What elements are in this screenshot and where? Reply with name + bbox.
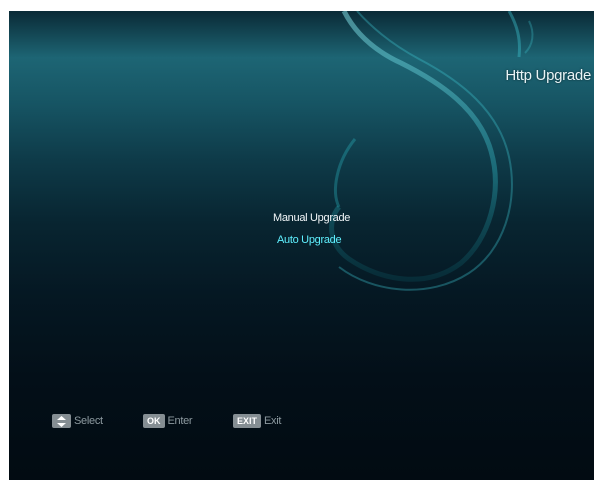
exit-key-badge: EXIT xyxy=(233,414,262,428)
hint-select-label: Select xyxy=(74,415,103,427)
hint-enter-label: Enter xyxy=(167,415,193,427)
page-title: Http Upgrade xyxy=(505,67,591,84)
hint-select: Select xyxy=(52,413,103,429)
tv-frame: Http Upgrade Manual Upgrade Auto Upgrade… xyxy=(0,0,594,480)
upgrade-menu: Manual Upgrade Auto Upgrade xyxy=(273,207,350,251)
menu-item-auto-upgrade[interactable]: Auto Upgrade xyxy=(277,229,350,251)
upgrade-screen: Http Upgrade Manual Upgrade Auto Upgrade… xyxy=(9,11,594,480)
hint-exit: EXIT Exit xyxy=(233,413,281,429)
frame-notch xyxy=(419,0,589,11)
hint-exit-label: Exit xyxy=(264,415,282,427)
hint-enter: OK Enter xyxy=(143,413,193,429)
menu-item-manual-upgrade[interactable]: Manual Upgrade xyxy=(273,207,350,229)
ok-key-badge: OK xyxy=(143,414,165,428)
up-down-arrows-icon xyxy=(52,414,71,428)
footer-hints: Select OK Enter EXIT Exit xyxy=(9,413,594,429)
